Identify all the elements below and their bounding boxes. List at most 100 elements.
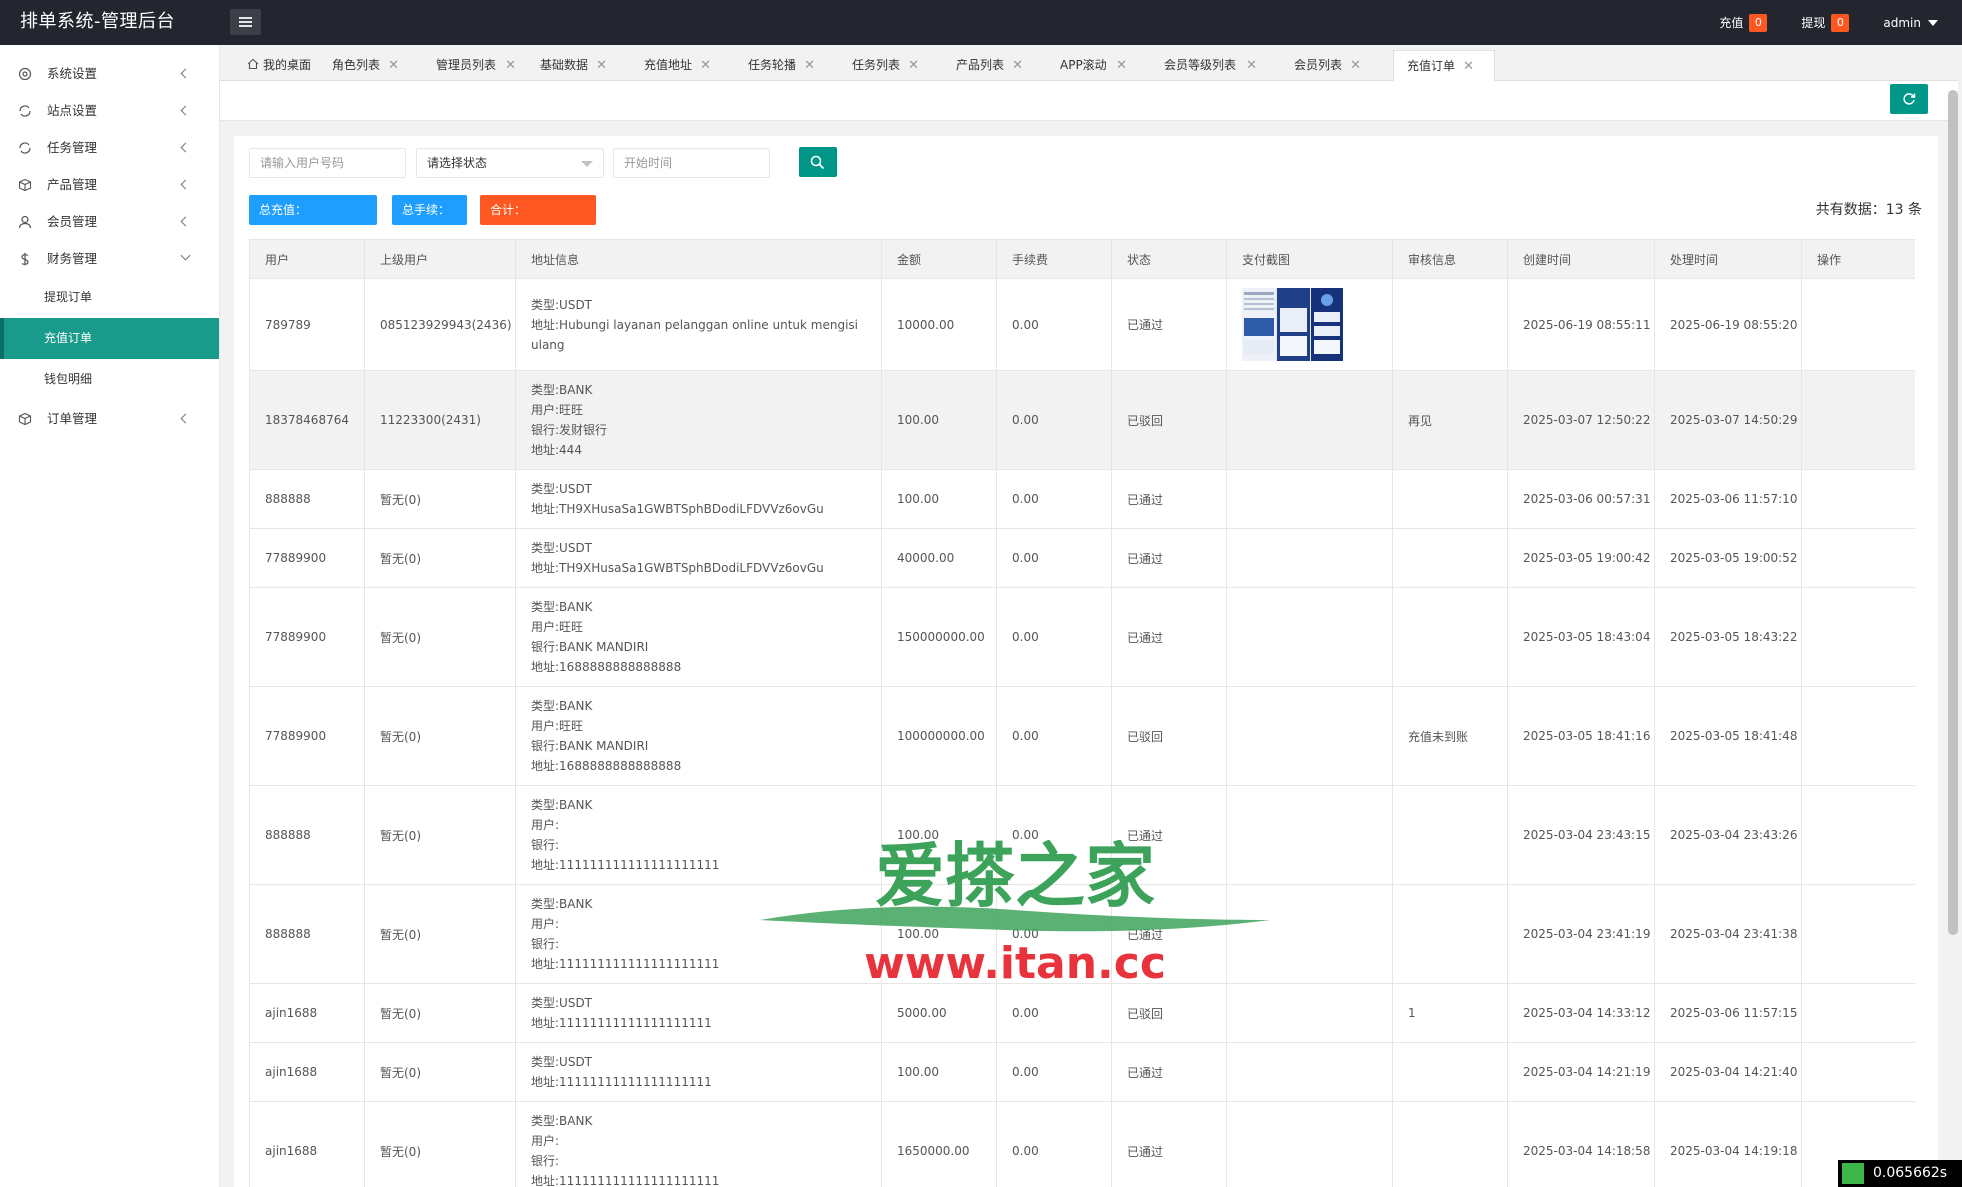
payment-screenshot-image[interactable] — [1242, 288, 1343, 361]
refresh-icon — [19, 142, 31, 154]
tab-label: 管理员列表 — [436, 58, 497, 72]
cell-parent-user: 暂无(0) — [364, 587, 516, 687]
refresh-button[interactable] — [1890, 84, 1928, 114]
user-menu[interactable]: admin — [1883, 16, 1938, 30]
table-row: 18378468764 11223300(2431) 类型:BANK 用户:旺旺 银行:… — [249, 370, 1915, 470]
close-icon[interactable]: ✕ — [1246, 50, 1257, 81]
column-header: 金额 — [881, 239, 997, 279]
status-select[interactable]: 请选择状态 — [416, 148, 604, 178]
cell-actions — [1801, 278, 1915, 371]
sidebar-item-member-management[interactable]: 会员管理 — [0, 203, 219, 240]
cell-address-info: 类型:USDT 地址:TH9XHusaSa1GWBTSphBDodiLFDVVz6… — [515, 528, 882, 588]
cell-fee: 0.00 — [996, 278, 1112, 371]
tab-member-levels[interactable]: 会员等级列表 ✕ — [1151, 50, 1257, 81]
cell-created-time: 2025-06-19 08:55:11 — [1507, 278, 1655, 371]
cell-processed-time: 2025-03-05 18:41:48 — [1654, 686, 1802, 786]
sidebar-item-site-settings[interactable]: 站点设置 — [0, 92, 219, 129]
cell-fee: 0.00 — [996, 587, 1112, 687]
sidebar-item-label: 任务管理 — [47, 140, 98, 155]
close-icon[interactable]: ✕ — [908, 50, 919, 81]
close-icon[interactable]: ✕ — [388, 50, 399, 81]
search-button[interactable] — [799, 147, 837, 177]
close-icon[interactable]: ✕ — [1012, 50, 1023, 81]
column-header: 支付截图 — [1226, 239, 1393, 279]
tab-task-carousel[interactable]: 任务轮播 ✕ — [735, 50, 815, 81]
sidebar-item-system-settings[interactable]: 系统设置 — [0, 55, 219, 92]
close-icon[interactable]: ✕ — [804, 50, 815, 81]
cell-fee: 0.00 — [996, 1101, 1112, 1187]
total-fee-badge: 总手续：0 — [392, 195, 467, 247]
chevron-left-icon — [180, 179, 191, 190]
tab-task-list[interactable]: 任务列表 ✕ — [839, 50, 919, 81]
cell-payment-screenshot — [1226, 370, 1393, 470]
tab-admins[interactable]: 管理员列表 ✕ — [423, 50, 516, 81]
sidebar-subitem-recharge-orders[interactable]: 充值订单 — [0, 318, 219, 359]
sidebar-item-product-management[interactable]: 产品管理 — [0, 166, 219, 203]
table-row: 789789 085123929943(2436) 类型:USDT 地址:Hubung… — [249, 278, 1915, 371]
user-number-input[interactable]: 请输入用户号码 — [249, 148, 406, 178]
close-icon[interactable]: ✕ — [1463, 51, 1474, 82]
recharge-notice[interactable]: 充值 0 — [1719, 13, 1768, 32]
box-icon — [18, 178, 32, 192]
column-header: 状态 — [1111, 239, 1227, 279]
close-icon[interactable]: ✕ — [700, 50, 711, 81]
address-line: 地址:444 — [531, 443, 582, 457]
tab-member-list[interactable]: 会员列表 ✕ — [1281, 50, 1361, 81]
cell-processed-time: 2025-03-05 18:43:22 — [1654, 587, 1802, 687]
menu-toggle-button[interactable] — [230, 9, 261, 35]
cell-fee: 0.00 — [996, 528, 1112, 588]
cell-actions — [1801, 686, 1915, 786]
tab-recharge-orders[interactable]: 充值订单 ✕ — [1393, 50, 1495, 82]
address-line: 地址:1688888888888888 — [531, 759, 682, 773]
column-header: 上级用户 — [364, 239, 516, 279]
tab-product-list[interactable]: 产品列表 ✕ — [943, 50, 1023, 81]
cell-amount: 150000000.00 — [881, 587, 997, 687]
cell-processed-time: 2025-03-04 14:19:18 — [1654, 1101, 1802, 1187]
tab-label: 任务列表 — [852, 58, 901, 72]
tab-roles[interactable]: 角色列表 ✕ — [319, 50, 399, 81]
sidebar-subitem-wallet-details[interactable]: 钱包明细 — [0, 359, 219, 400]
tab-app-scroll[interactable]: APP滚动 ✕ — [1047, 50, 1127, 81]
cell-parent-user: 暂无(0) — [364, 785, 516, 885]
sidebar-subitem-withdraw-orders[interactable]: 提现订单 — [0, 277, 219, 318]
address-line: 地址:11111111111111111111 — [531, 1075, 712, 1089]
table-row: ajin1688 暂无(0) 类型:BANK 用户: 银行: 地址:11111111111… — [249, 1101, 1915, 1187]
close-icon[interactable]: ✕ — [1350, 50, 1361, 81]
cell-payment-screenshot — [1226, 983, 1393, 1043]
address-line: 类型:BANK — [531, 600, 593, 614]
cell-created-time: 2025-03-07 12:50:22 — [1507, 370, 1655, 470]
sidebar-item-finance-management[interactable]: 财务管理 — [0, 240, 219, 277]
cell-actions — [1801, 884, 1915, 984]
tab-basic-data[interactable]: 基础数据 ✕ — [527, 50, 607, 81]
tab-recharge-address[interactable]: 充值地址 ✕ — [631, 50, 711, 81]
withdraw-notice[interactable]: 提现 0 — [1801, 13, 1850, 32]
address-line: 用户: — [531, 917, 560, 931]
close-icon[interactable]: ✕ — [505, 50, 516, 81]
sidebar-item-task-management[interactable]: 任务管理 — [0, 129, 219, 166]
close-icon[interactable]: ✕ — [1116, 50, 1127, 81]
sidebar-item-order-management[interactable]: 订单管理 — [0, 400, 219, 437]
main-content: 请输入用户号码 请选择状态 开始时间 总充值：151700500 总手续：0 合… — [220, 81, 1958, 1187]
vertical-scrollbar[interactable] — [1948, 90, 1958, 935]
tab-label: 充值地址 — [644, 58, 693, 72]
cell-review-info — [1392, 278, 1508, 371]
cell-address-info: 类型:BANK 用户: 银行: 地址:111111111111111111111 — [515, 884, 882, 984]
cell-review-info: 再见 — [1392, 370, 1508, 470]
cell-amount: 1650000.00 — [881, 1101, 997, 1187]
tab-label: 角色列表 — [332, 58, 381, 72]
table-row: 888888 暂无(0) 类型:BANK 用户: 银行: 地址:1111111111111… — [249, 884, 1915, 984]
chevron-left-icon — [180, 68, 191, 79]
start-time-input[interactable]: 开始时间 — [613, 148, 770, 178]
sum-badge: 合计：151700500 — [480, 195, 596, 247]
cell-user: ajin1688 — [249, 1042, 365, 1102]
table-row: 77889900 暂无(0) 类型:BANK 用户:旺旺 银行:BANK MANDIRI… — [249, 686, 1915, 786]
caret-down-icon — [1928, 19, 1938, 26]
tab-home[interactable]: 我的桌面 — [234, 50, 314, 81]
status-select-value: 请选择状态 — [427, 156, 488, 170]
chevron-down-icon — [581, 161, 593, 167]
close-icon[interactable]: ✕ — [596, 50, 607, 81]
cell-processed-time: 2025-06-19 08:55:20 — [1654, 278, 1802, 371]
user-icon — [18, 215, 32, 229]
cell-amount: 100.00 — [881, 884, 997, 984]
cell-fee: 0.00 — [996, 370, 1112, 470]
